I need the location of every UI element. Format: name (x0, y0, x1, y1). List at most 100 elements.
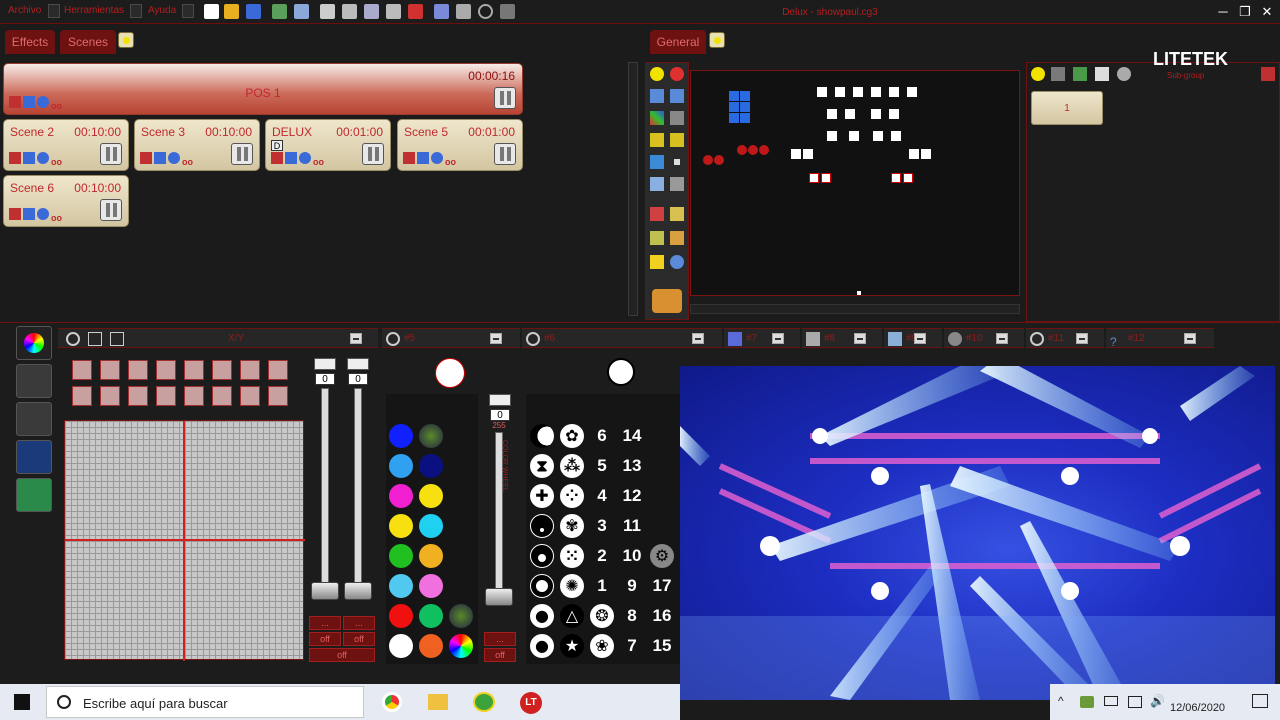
gobo-swatch[interactable] (530, 514, 554, 538)
move-icon[interactable] (670, 111, 684, 125)
fixture-red[interactable] (714, 155, 724, 165)
maximize-icon[interactable]: ❐ (1236, 3, 1254, 20)
color-swatch[interactable] (419, 634, 443, 658)
preset-cell[interactable] (100, 386, 120, 406)
scrollbar[interactable] (690, 304, 1020, 314)
scene-card[interactable]: Scene 6 00:10:00 oo (3, 175, 129, 227)
zoom-in-icon[interactable] (650, 89, 664, 103)
gobo-swatch[interactable]: ● (530, 604, 554, 628)
bulb-icon[interactable] (709, 32, 725, 48)
print-icon[interactable] (342, 4, 357, 19)
rotate-left-icon[interactable] (650, 133, 664, 147)
fixture[interactable] (827, 131, 837, 141)
gobo-number[interactable]: 3 (589, 514, 615, 538)
color-swatch[interactable] (389, 484, 413, 508)
fader-icon[interactable] (100, 199, 122, 221)
link-icon[interactable] (670, 231, 684, 245)
dots-button[interactable]: ... (309, 616, 341, 630)
grid-icon[interactable] (670, 207, 684, 221)
fixture[interactable] (889, 87, 899, 97)
close-icon[interactable]: ✕ (1258, 3, 1276, 20)
align-icon[interactable] (650, 231, 664, 245)
app-icon[interactable] (473, 692, 495, 712)
fixture[interactable] (809, 173, 819, 183)
fixture[interactable] (803, 149, 813, 159)
minimize-icon[interactable] (692, 333, 704, 344)
bulb-icon[interactable] (1031, 67, 1045, 81)
image-icon[interactable] (294, 4, 309, 19)
bulb-icon[interactable] (118, 32, 134, 48)
gobo-number[interactable]: 10 (619, 544, 645, 568)
color-swatch[interactable] (389, 604, 413, 628)
fixture[interactable] (845, 109, 855, 119)
gobo-number[interactable]: 5 (589, 454, 615, 478)
fixture-red[interactable] (748, 145, 758, 155)
close-icon[interactable] (1117, 67, 1131, 81)
gobo-number[interactable]: 16 (649, 604, 675, 628)
fader-up-button[interactable] (489, 394, 511, 406)
fixture-icon[interactable] (652, 289, 682, 313)
minimize-icon[interactable] (772, 333, 784, 344)
focus-icon[interactable] (948, 332, 962, 346)
off-button[interactable]: off (343, 632, 375, 646)
preset-cell[interactable] (184, 386, 204, 406)
color-swatch[interactable] (449, 634, 473, 658)
fixture-blue[interactable] (729, 113, 739, 123)
gobo-icon[interactable] (526, 332, 540, 346)
target-icon[interactable] (66, 332, 80, 346)
preset-cell[interactable] (156, 386, 176, 406)
minimize-icon[interactable] (914, 333, 926, 344)
fixture[interactable] (871, 87, 881, 97)
scene-card[interactable]: Scene 5 00:01:00 oo (397, 119, 523, 171)
color-icon[interactable] (650, 111, 664, 125)
gobo-number[interactable]: 12 (619, 484, 645, 508)
bulb-icon[interactable] (650, 67, 664, 81)
fixture-blue[interactable] (729, 91, 739, 101)
fixture[interactable] (921, 149, 931, 159)
color-swatch[interactable] (389, 574, 413, 598)
preset-cell[interactable] (212, 360, 232, 380)
windows-start-icon[interactable] (14, 694, 30, 710)
gobo-swatch[interactable]: ⁙ (560, 544, 584, 568)
fixture[interactable] (891, 173, 901, 183)
grid-icon[interactable] (650, 207, 664, 221)
menu-herramientas[interactable]: Herramientas (64, 5, 124, 16)
gobo-number[interactable]: 17 (649, 574, 675, 598)
fader-up-button[interactable] (347, 358, 369, 370)
fixture[interactable] (903, 173, 913, 183)
close-icon[interactable] (670, 67, 684, 81)
pan-tilt-icon[interactable] (16, 402, 52, 436)
chart-icon[interactable] (434, 4, 449, 19)
scene-card[interactable]: Scene 2 00:10:00 oo (3, 119, 129, 171)
triangle-icon[interactable] (88, 332, 102, 346)
color-swatch[interactable] (419, 484, 443, 508)
minimize-icon[interactable] (996, 333, 1008, 344)
minimize-icon[interactable] (350, 333, 362, 344)
gobo-number[interactable]: 7 (619, 634, 645, 658)
color-picker-icon[interactable] (16, 326, 52, 360)
sliders-icon[interactable] (16, 364, 52, 398)
chevron-up-icon[interactable]: ^ (1058, 694, 1064, 708)
save-icon[interactable] (1095, 67, 1109, 81)
scene-card[interactable]: 00:00:16 POS 1 oo (3, 63, 523, 115)
fixture-red[interactable] (737, 145, 747, 155)
fixture[interactable] (871, 109, 881, 119)
home-icon[interactable] (386, 4, 401, 19)
off-button[interactable]: off (484, 648, 516, 662)
gobo-swatch[interactable] (530, 574, 554, 598)
color-swatch[interactable] (389, 424, 413, 448)
export-icon[interactable] (320, 4, 335, 19)
xy-pad[interactable] (64, 420, 305, 661)
gobo-number[interactable]: 1 (589, 574, 615, 598)
menu-archivo[interactable]: Archivo (8, 5, 41, 16)
upload-icon[interactable] (364, 4, 379, 19)
color-swatch[interactable] (419, 514, 443, 538)
gobo-swatch[interactable]: ❂ (590, 604, 614, 628)
minimize-icon[interactable] (1076, 333, 1088, 344)
color-swatch[interactable] (389, 634, 413, 658)
gobo-number[interactable]: 9 (619, 574, 645, 598)
tools-icon[interactable] (650, 155, 664, 169)
scene-card[interactable]: Scene 3 00:10:00 oo (134, 119, 260, 171)
preset-cell[interactable] (72, 386, 92, 406)
fixture-red[interactable] (703, 155, 713, 165)
